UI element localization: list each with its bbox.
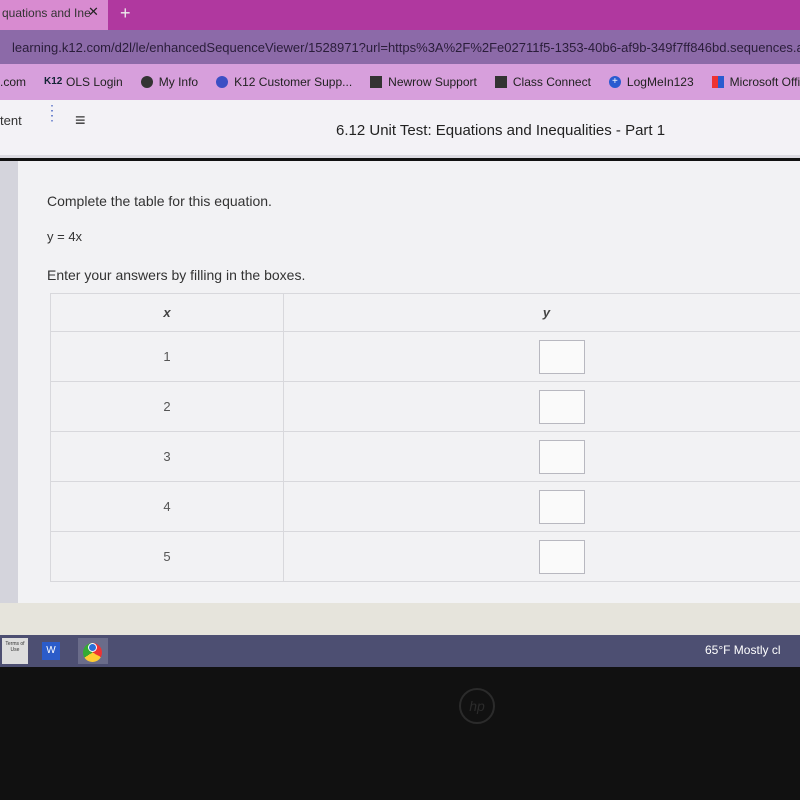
bookmark-label: Microsoft Office 365	[729, 75, 800, 89]
tab-strip: quations and Ine ✕ +	[0, 0, 800, 30]
bookmark-label: .com	[0, 75, 27, 89]
table-of-contents-icon[interactable]: ⋮ ⋮	[45, 103, 59, 122]
cloud-icon	[216, 76, 229, 88]
bookmark-label: Newrow Support	[388, 75, 477, 89]
bookmark-label: LogMeIn123	[626, 75, 694, 89]
bookmark-k12-support[interactable]: K12 Customer Supp...	[216, 75, 352, 89]
office-icon	[711, 76, 724, 88]
y-input-5[interactable]	[538, 539, 585, 574]
y-input-2[interactable]	[538, 389, 585, 424]
equation: y = 4x	[47, 229, 83, 244]
answer-table: xy 1 2 3 4 5	[50, 293, 800, 582]
url-text: learning.k12.com/d2l/le/enhancedSequence…	[12, 40, 800, 55]
page-footer	[0, 603, 800, 635]
instruction: Enter your answers by filling in the box…	[47, 267, 306, 283]
table-header-row: xy	[50, 293, 800, 332]
taskbar: Terms of Use W 65°F Mostly cl	[0, 635, 800, 667]
header-y: y	[283, 293, 800, 332]
browser-tab[interactable]: quations and Ine ✕	[0, 0, 108, 30]
x-value: 1	[50, 331, 284, 382]
bookmark-com[interactable]: .com	[0, 75, 26, 89]
bookmarks-bar: .com K12 OLS Login My Info K12 Customer S…	[0, 64, 800, 100]
table-row: 2	[50, 381, 800, 432]
bookmark-my-info[interactable]: My Info	[140, 75, 199, 89]
x-value: 3	[50, 431, 284, 482]
content-link[interactable]: tent	[0, 113, 22, 128]
class-connect-icon	[494, 76, 507, 88]
chrome-icon[interactable]	[78, 638, 108, 664]
x-value: 5	[50, 531, 284, 582]
globe-icon	[140, 76, 153, 88]
k12-logo-icon: K12	[44, 76, 63, 87]
bookmark-label: K12 Customer Supp...	[234, 75, 353, 89]
bookmark-label: My Info	[158, 75, 199, 89]
bookmark-newrow[interactable]: Newrow Support	[370, 75, 477, 89]
bookmark-ols-login[interactable]: K12 OLS Login	[44, 75, 123, 89]
bookmark-label: OLS Login	[66, 75, 123, 89]
page-title: 6.12 Unit Test: Equations and Inequaliti…	[336, 122, 666, 139]
app-header: tent ⋮ ⋮ ≡ 6.12 Unit Test: Equations and …	[0, 100, 800, 158]
x-value: 4	[50, 481, 284, 532]
left-sidebar	[0, 161, 18, 603]
terms-of-use-icon[interactable]: Terms of Use	[2, 638, 28, 664]
new-tab-button[interactable]: +	[120, 3, 131, 24]
table-row: 4	[50, 481, 800, 532]
bookmark-label: Class Connect	[512, 75, 591, 89]
y-input-1[interactable]	[538, 339, 585, 374]
x-value: 2	[50, 381, 284, 432]
header-x: x	[50, 293, 284, 332]
question-area: Complete the table for this equation. y …	[0, 161, 800, 603]
address-bar[interactable]: learning.k12.com/d2l/le/enhancedSequence…	[0, 30, 800, 64]
bookmark-office365[interactable]: Microsoft Office 365	[711, 75, 800, 89]
plus-circle-icon: +	[608, 76, 621, 88]
question-prompt: Complete the table for this equation.	[47, 193, 272, 209]
newrow-icon	[370, 76, 383, 88]
y-input-3[interactable]	[538, 439, 585, 474]
bookmark-logmein[interactable]: + LogMeIn123	[608, 75, 694, 89]
close-tab-icon[interactable]: ✕	[88, 4, 99, 20]
bookmark-class-connect[interactable]: Class Connect	[494, 75, 591, 89]
table-row: 5	[50, 531, 800, 582]
hamburger-menu-icon[interactable]: ≡	[75, 110, 86, 131]
table-row: 1	[50, 331, 800, 382]
word-icon[interactable]: W	[38, 638, 64, 664]
weather-widget[interactable]: 65°F Mostly cl	[705, 643, 780, 657]
table-row: 3	[50, 431, 800, 482]
tab-title: quations and Ine	[2, 6, 91, 20]
y-input-4[interactable]	[538, 489, 585, 524]
hp-logo: hp	[459, 688, 495, 724]
